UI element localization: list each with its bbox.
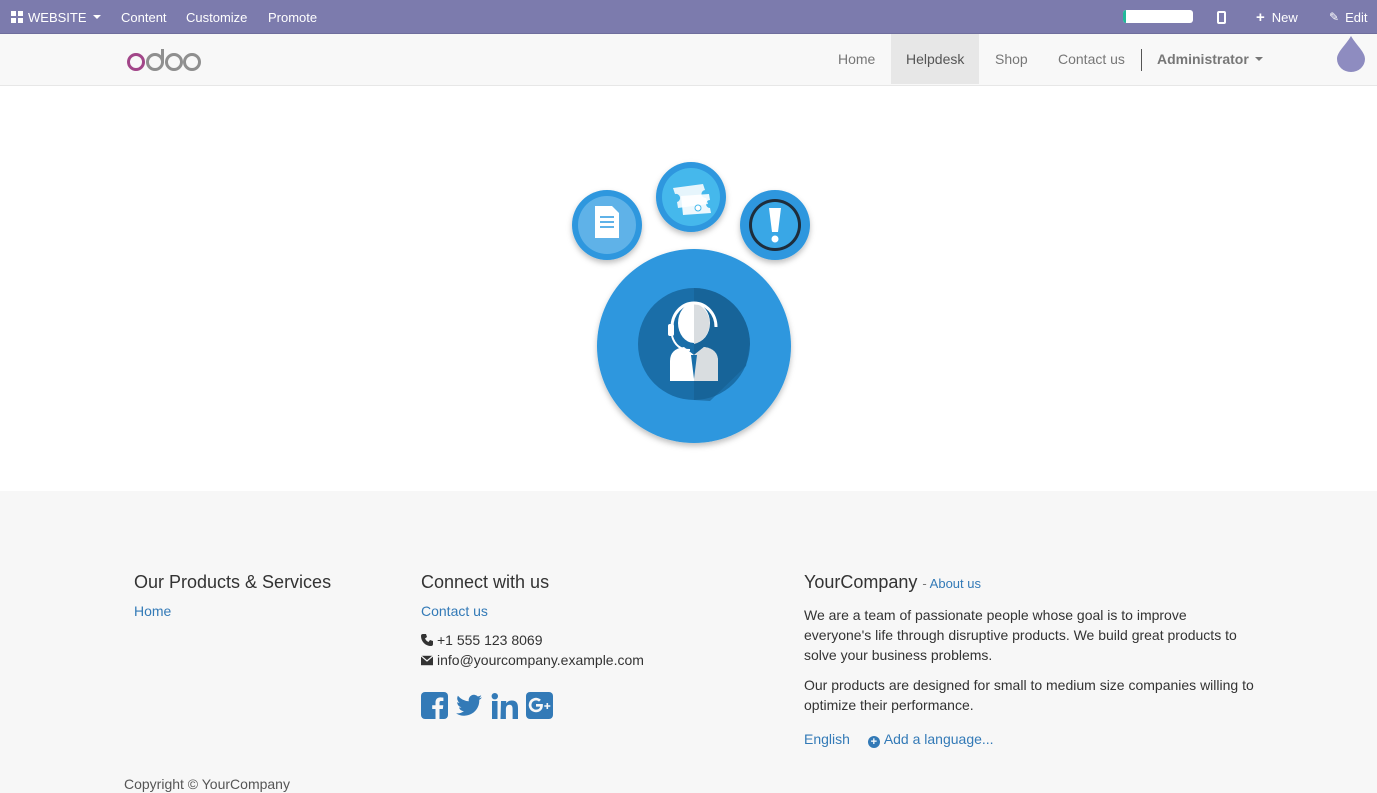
customize-menu[interactable]: Customize	[186, 0, 247, 34]
phone-icon	[421, 634, 433, 646]
nav-helpdesk[interactable]: Helpdesk	[891, 34, 980, 84]
progress-bar	[1123, 10, 1193, 23]
company-description-1: We are a team of passionate people whose…	[804, 607, 1237, 663]
nav-contact-us[interactable]: Contact us	[1043, 34, 1140, 84]
social-links	[421, 692, 644, 719]
website-menu[interactable]: WEBSITE	[11, 0, 101, 34]
edit-button[interactable]: ✎ Edit	[1329, 0, 1367, 34]
plus-icon: +	[1256, 8, 1265, 26]
hero-section	[0, 86, 1377, 491]
about-us-link[interactable]: About us	[930, 576, 981, 591]
footer-company-title: YourCompany - About us	[804, 571, 1254, 595]
pencil-icon: ✎	[1329, 10, 1340, 24]
caret-down-icon	[92, 15, 101, 19]
support-agent-icon	[597, 249, 791, 443]
odoo-logo-icon	[127, 49, 201, 71]
content-menu[interactable]: Content	[121, 0, 167, 34]
footer-connect-title: Connect with us	[421, 572, 550, 592]
user-menu[interactable]: Administrator	[1142, 34, 1278, 84]
email-address: info@yourcompany.example.com	[437, 652, 644, 668]
footer-products-title: Our Products & Services	[134, 572, 332, 592]
add-language-link[interactable]: + Add a language...	[867, 731, 994, 748]
footer: Our Products & Services Home Connect wit…	[0, 491, 1377, 793]
company-description-2: Our products are designed for small to m…	[804, 677, 1254, 713]
footer-link-home[interactable]: Home	[134, 603, 171, 619]
new-button[interactable]: + New	[1256, 0, 1298, 34]
admin-bar: WEBSITE Content Customize Promote + New …	[0, 0, 1377, 34]
google-plus-icon[interactable]	[526, 692, 553, 719]
logo[interactable]	[127, 44, 201, 76]
progress-fill	[1123, 10, 1126, 23]
alert-icon	[740, 190, 810, 260]
theme-drop-icon[interactable]	[1337, 36, 1365, 72]
footer-products-column: Our Products & Services Home	[134, 571, 331, 621]
helpdesk-illustration	[572, 162, 810, 443]
add-language-label: Add a language...	[883, 731, 994, 747]
user-menu-label: Administrator	[1157, 51, 1249, 67]
promote-menu[interactable]: Promote	[268, 0, 317, 34]
caret-down-icon	[1254, 57, 1263, 61]
phone-number: +1 555 123 8069	[437, 632, 543, 648]
plus-circle-icon: +	[867, 736, 880, 748]
footer-company-column: YourCompany - About us We are a team of …	[804, 571, 1254, 748]
apps-grid-icon	[11, 11, 23, 23]
mobile-icon	[1217, 10, 1226, 24]
company-name: YourCompany	[804, 572, 918, 592]
copyright: Copyright © YourCompany	[124, 776, 290, 792]
nav-home[interactable]: Home	[823, 34, 890, 84]
email-line: info@yourcompany.example.com	[421, 650, 644, 670]
linkedin-icon[interactable]	[491, 692, 518, 719]
nav-shop[interactable]: Shop	[980, 34, 1043, 84]
envelope-icon	[421, 654, 433, 665]
ticket-icon	[656, 162, 726, 232]
main-navbar: Home Helpdesk Shop Contact us Administra…	[0, 34, 1377, 86]
website-menu-label: WEBSITE	[28, 9, 87, 25]
title-separator: -	[922, 576, 927, 591]
document-icon	[572, 190, 642, 260]
edit-button-label: Edit	[1345, 9, 1368, 25]
language-english[interactable]: English	[804, 731, 850, 747]
facebook-icon[interactable]	[421, 692, 448, 719]
phone-line: +1 555 123 8069	[421, 630, 644, 650]
mobile-preview-button[interactable]	[1217, 0, 1226, 34]
twitter-icon[interactable]	[456, 692, 483, 719]
footer-contact-link[interactable]: Contact us	[421, 603, 488, 619]
new-button-label: New	[1271, 9, 1298, 25]
footer-connect-column: Connect with us Contact us +1 555 123 80…	[421, 571, 644, 719]
language-selector: English + Add a language...	[804, 731, 1254, 748]
